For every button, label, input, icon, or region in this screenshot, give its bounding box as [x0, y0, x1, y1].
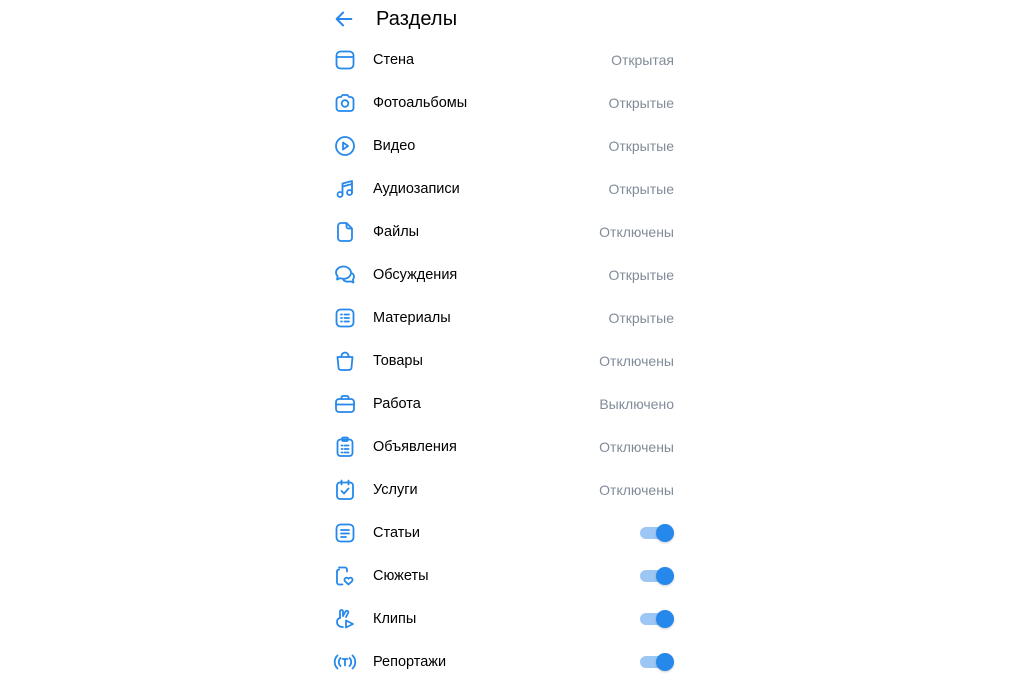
video-play-icon — [326, 124, 364, 167]
section-label: Клипы — [373, 610, 417, 627]
section-value: Отключены — [599, 223, 674, 240]
section-row-audio[interactable]: Аудиозаписи Открытые — [326, 167, 686, 210]
clips-toggle[interactable] — [640, 609, 674, 629]
section-label: Аудиозаписи — [373, 180, 460, 197]
section-value: Выключено — [599, 395, 674, 412]
toggle-knob — [656, 566, 674, 585]
toggle-knob — [656, 609, 674, 628]
articles-toggle[interactable] — [640, 523, 674, 543]
section-label: Стена — [373, 51, 415, 68]
section-row-reports[interactable]: Репортажи — [326, 640, 686, 683]
section-value: Отключены — [599, 352, 674, 369]
arrow-left-icon — [333, 8, 355, 30]
section-label: Репортажи — [373, 653, 447, 670]
section-value: Открытые — [608, 137, 674, 154]
toggle-knob — [656, 652, 674, 671]
section-row-articles[interactable]: Статьи — [326, 511, 686, 554]
file-icon — [326, 210, 364, 253]
wall-icon — [326, 38, 364, 81]
page-title: Разделы — [376, 7, 458, 30]
article-icon — [326, 511, 364, 554]
section-label: Статьи — [373, 524, 420, 541]
section-row-clips[interactable]: Клипы — [326, 597, 686, 640]
section-row-photos[interactable]: Фотоальбомы Открытые — [326, 81, 686, 124]
briefcase-icon — [326, 382, 364, 425]
section-label: Материалы — [373, 309, 451, 326]
section-value: Открытые — [608, 309, 674, 326]
section-row-discussions[interactable]: Обсуждения Открытые — [326, 253, 686, 296]
section-value: Открытые — [608, 180, 674, 197]
clips-icon — [326, 597, 364, 640]
broadcast-icon — [326, 640, 364, 683]
sections-settings-screen: Разделы Стена Открытая Фотоальбомы Откры… — [0, 0, 1024, 690]
discussions-icon — [326, 253, 364, 296]
section-label: Видео — [373, 137, 416, 154]
section-label: Фотоальбомы — [373, 94, 468, 111]
section-label: Услуги — [373, 481, 418, 498]
stories-toggle[interactable] — [640, 566, 674, 586]
camera-icon — [326, 81, 364, 124]
section-row-stories[interactable]: Сюжеты — [326, 554, 686, 597]
materials-icon — [326, 296, 364, 339]
stories-icon — [326, 554, 364, 597]
section-row-services[interactable]: Услуги Отключены — [326, 468, 686, 511]
section-row-ads[interactable]: Объявления Отключены — [326, 425, 686, 468]
section-value: Открытые — [608, 266, 674, 283]
section-value: Открытые — [608, 94, 674, 111]
section-row-video[interactable]: Видео Открытые — [326, 124, 686, 167]
section-value: Открытая — [611, 51, 674, 68]
section-row-files[interactable]: Файлы Отключены — [326, 210, 686, 253]
section-row-materials[interactable]: Материалы Открытые — [326, 296, 686, 339]
sections-list: Стена Открытая Фотоальбомы Открытые Виде… — [326, 38, 686, 683]
shopping-bag-icon — [326, 339, 364, 382]
section-label: Объявления — [373, 438, 457, 455]
calendar-check-icon — [326, 468, 364, 511]
section-value: Отключены — [599, 438, 674, 455]
section-value: Отключены — [599, 481, 674, 498]
toggle-knob — [656, 523, 674, 542]
back-button[interactable] — [326, 1, 362, 37]
section-label: Обсуждения — [373, 266, 458, 283]
section-label: Файлы — [373, 223, 420, 240]
section-row-jobs[interactable]: Работа Выключено — [326, 382, 686, 425]
music-icon — [326, 167, 364, 210]
header: Разделы — [326, 0, 686, 38]
section-label: Товары — [373, 352, 423, 369]
section-row-goods[interactable]: Товары Отключены — [326, 339, 686, 382]
section-row-wall[interactable]: Стена Открытая — [326, 38, 686, 81]
section-label: Сюжеты — [373, 567, 429, 584]
reports-toggle[interactable] — [640, 652, 674, 672]
section-label: Работа — [373, 395, 421, 412]
clipboard-list-icon — [326, 425, 364, 468]
